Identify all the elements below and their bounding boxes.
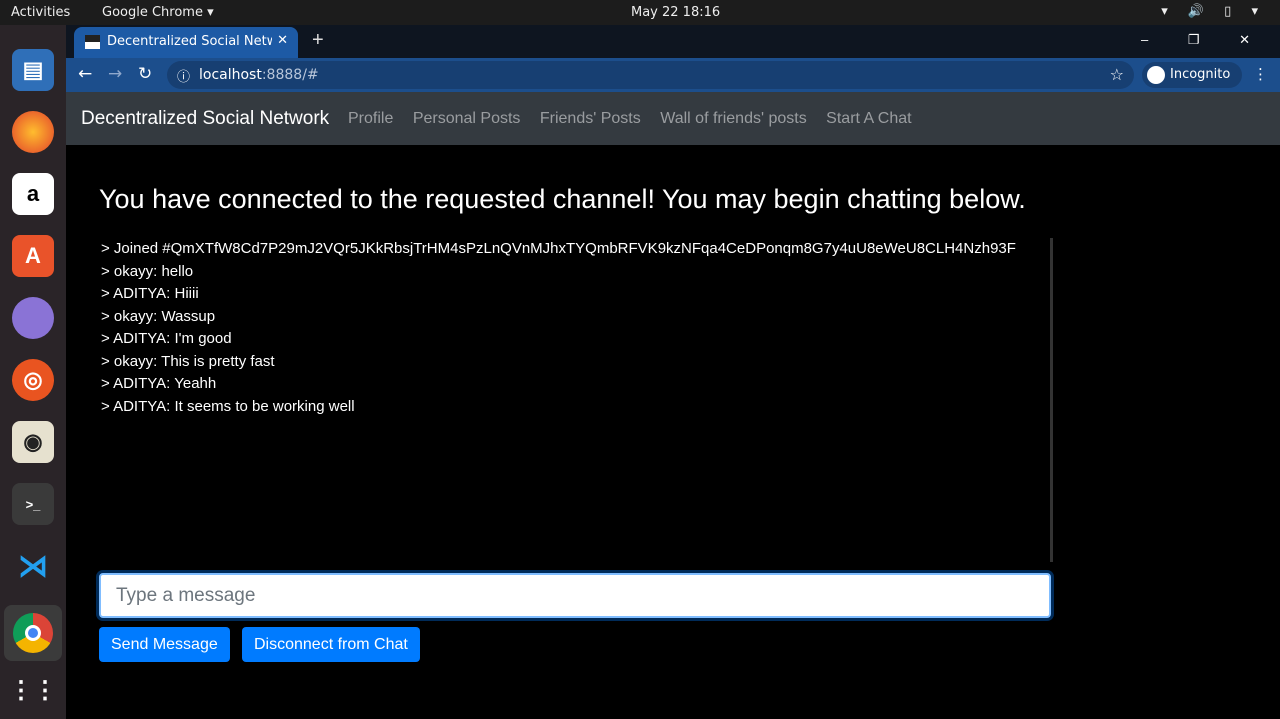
ubuntu-icon[interactable]: ◎ [12, 359, 54, 401]
system-tray[interactable]: ▾ 🔊 ▯ ▾ [1161, 4, 1266, 19]
chat-message: > Joined #QmXTfW8Cd7P29mJ2VQr5JKkRbsjTrH… [101, 240, 1016, 257]
message-input[interactable] [99, 573, 1051, 618]
nav-link-friends-posts[interactable]: Friends' Posts [540, 110, 641, 127]
nav-link-profile[interactable]: Profile [348, 110, 393, 127]
tab-title: Decentralized Social Network [107, 34, 272, 49]
send-message-button[interactable]: Send Message [99, 627, 230, 662]
favicon-icon [85, 35, 100, 49]
chrome-icon[interactable] [4, 605, 62, 661]
system-top-bar: Activities Google Chrome ▾ May 22 18:16 … [0, 0, 1280, 25]
chat-log[interactable]: > Joined #QmXTfW8Cd7P29mJ2VQr5JKkRbsjTrH… [101, 238, 1053, 562]
firefox-icon[interactable] [12, 111, 54, 153]
url-path: :8888/# [261, 67, 319, 83]
chrome-menu-icon[interactable]: ⋮ [1253, 65, 1268, 83]
browser-toolbar: ← → ↻ ⓘ localhost:8888/# ☆ Incognito ⋮ [66, 58, 1280, 92]
show-apps-icon[interactable]: ⋮⋮ [9, 669, 57, 711]
writer-icon[interactable]: ▤ [12, 49, 54, 91]
site-navbar: Decentralized Social Network Profile Per… [66, 92, 1280, 145]
amazon-icon[interactable]: a [12, 173, 54, 215]
web-browser-icon[interactable] [12, 297, 54, 339]
browser-tab[interactable]: Decentralized Social Network ✕ [74, 27, 298, 58]
address-bar[interactable]: ⓘ localhost:8888/# ☆ [167, 61, 1134, 89]
vscode-icon[interactable]: ⋊ [12, 545, 54, 587]
activities-button[interactable]: Activities [11, 5, 70, 20]
dock: ▤ a A ◎ ◉ >_ ⋊ ⋮⋮ [0, 25, 66, 719]
nav-link-personal-posts[interactable]: Personal Posts [413, 110, 521, 127]
disconnect-button[interactable]: Disconnect from Chat [242, 627, 420, 662]
chat-message: > ADITYA: Yeahh [101, 375, 217, 392]
chat-message: > okayy: Wassup [101, 307, 216, 325]
clock[interactable]: May 22 18:16 [631, 5, 720, 20]
chat-message: > ADITYA: Hiiii [101, 285, 199, 302]
window-controls[interactable]: – ❐ ✕ [1141, 32, 1268, 48]
chat-message: > okayy: This is pretty fast [101, 352, 275, 370]
new-tab-button[interactable]: + [312, 29, 324, 52]
site-brand[interactable]: Decentralized Social Network [81, 108, 329, 130]
back-icon[interactable]: ← [78, 64, 92, 84]
software-center-icon[interactable]: A [12, 235, 54, 277]
tab-strip: Decentralized Social Network ✕ + – ❐ ✕ [66, 25, 1280, 58]
incognito-icon [1147, 66, 1165, 84]
url-host: localhost [199, 67, 262, 83]
bookmark-star-icon[interactable]: ☆ [1110, 65, 1124, 84]
chat-message: > okayy: hello [101, 262, 194, 280]
incognito-label: Incognito [1170, 67, 1231, 82]
close-tab-icon[interactable]: ✕ [277, 33, 288, 48]
app-menu[interactable]: Google Chrome ▾ [102, 5, 214, 20]
page-heading: You have connected to the requested chan… [99, 184, 1026, 214]
reload-icon[interactable]: ↻ [138, 64, 152, 84]
nav-link-start-chat[interactable]: Start A Chat [826, 110, 911, 127]
nav-link-wall[interactable]: Wall of friends' posts [660, 110, 807, 127]
forward-icon[interactable]: → [108, 64, 122, 84]
chat-message: > ADITYA: It seems to be working well [101, 397, 355, 415]
chat-message: > ADITYA: I'm good [101, 330, 232, 347]
info-icon: ⓘ [177, 70, 191, 85]
incognito-indicator[interactable]: Incognito [1142, 62, 1242, 88]
terminal-icon[interactable]: >_ [12, 483, 54, 525]
rhythmbox-icon[interactable]: ◉ [12, 421, 54, 463]
